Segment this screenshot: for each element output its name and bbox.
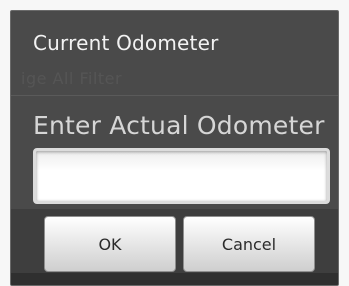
dialog-title: Current Odometer [33,31,219,55]
odometer-dialog: Current Odometer ige All Filter Enter Ac… [10,10,339,286]
cancel-button[interactable]: Cancel [183,216,315,272]
dialog-bottom-strip [11,273,338,285]
odometer-input[interactable] [36,151,327,201]
ok-button[interactable]: OK [44,216,176,272]
title-divider [11,95,338,96]
background-text: ige All Filter [21,69,123,88]
odometer-prompt: Enter Actual Odometer [33,111,325,140]
odometer-input-field[interactable] [33,148,330,204]
